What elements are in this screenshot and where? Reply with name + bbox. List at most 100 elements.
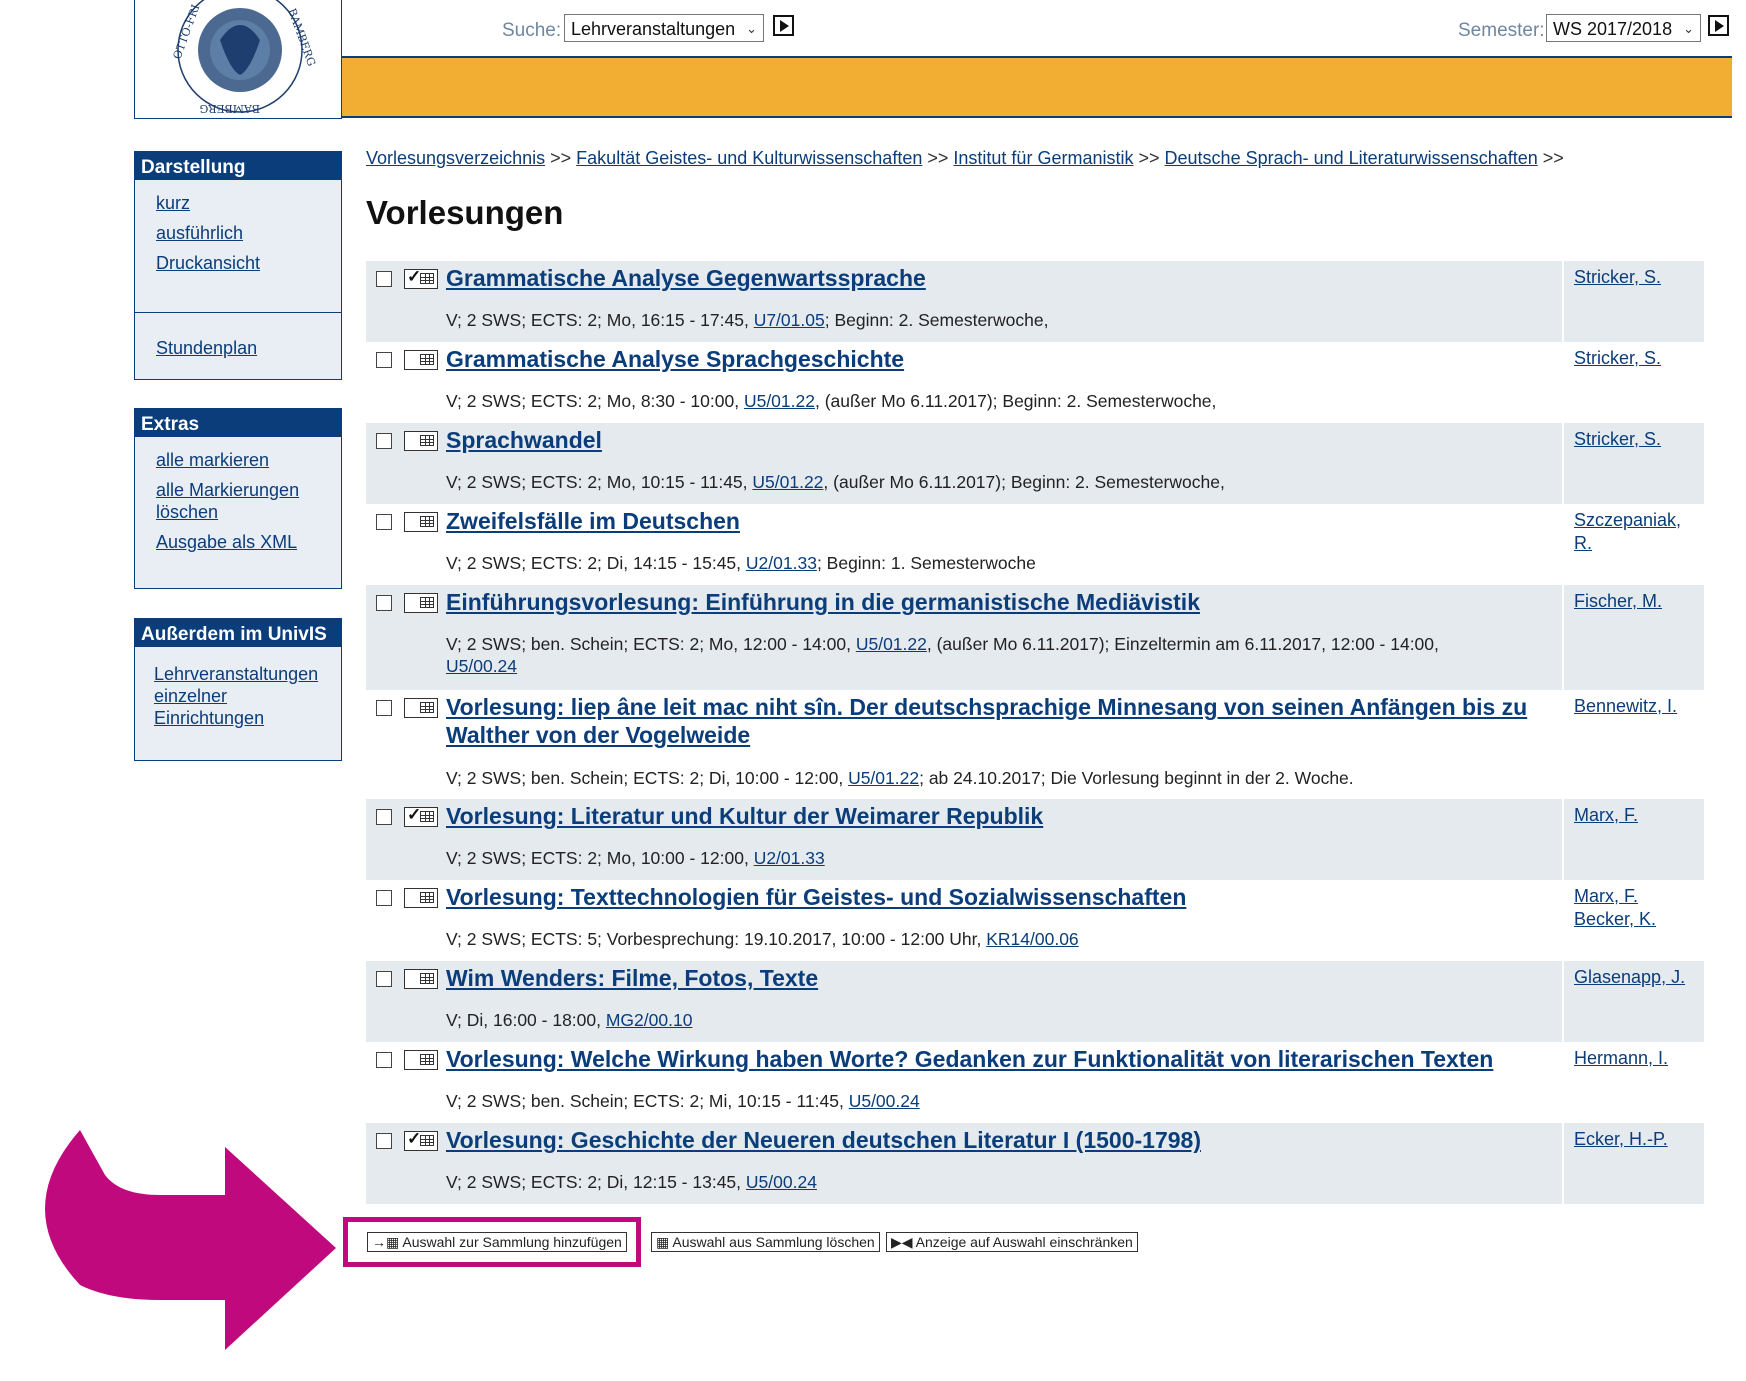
- room-link[interactable]: KR14/00.06: [986, 929, 1078, 949]
- sidebar-link-druckansicht[interactable]: Druckansicht: [156, 252, 341, 274]
- lecturer-link[interactable]: Stricker, S.: [1574, 347, 1661, 370]
- course-title-link[interactable]: Vorlesung: Welche Wirkung haben Worte? G…: [446, 1045, 1536, 1073]
- sidebar-link-stundenplan[interactable]: Stundenplan: [156, 337, 341, 359]
- course-title-link[interactable]: Wim Wenders: Filme, Fotos, Texte: [446, 964, 1536, 992]
- course-info-text: V; 2 SWS; ben. Schein; ECTS: 2; Mi, 10:1…: [446, 1091, 849, 1111]
- calendar-toggle-icon[interactable]: [404, 350, 438, 370]
- course-title-link[interactable]: Vorlesung: Geschichte der Neueren deutsc…: [446, 1126, 1536, 1154]
- room-link[interactable]: U5/01.22: [744, 391, 815, 411]
- column-divider: [1562, 1123, 1564, 1204]
- semester-go-button[interactable]: [1708, 15, 1729, 36]
- course-row: ✓ Vorlesung: Geschichte der Neueren deuts…: [366, 1123, 1704, 1204]
- lecturer-link[interactable]: Szczepaniak, R.: [1574, 509, 1704, 555]
- lecturer-list: Marx, F.: [1574, 804, 1638, 827]
- select-checkbox[interactable]: [376, 433, 392, 449]
- select-checkbox[interactable]: [376, 1133, 392, 1149]
- search-go-button[interactable]: [773, 15, 794, 36]
- sidebar-link-xml[interactable]: Ausgabe als XML: [156, 531, 341, 553]
- course-title-link[interactable]: Vorlesung: Texttechnologien für Geistes-…: [446, 883, 1536, 911]
- course-info-text: V; 2 SWS; ECTS: 2; Di, 12:15 - 13:45,: [446, 1172, 746, 1192]
- sidebar-extras-title: Extras: [135, 409, 341, 437]
- select-checkbox[interactable]: [376, 809, 392, 825]
- lecturer-list: Bennewitz, I.: [1574, 695, 1677, 718]
- course-title-link[interactable]: Zweifelsfälle im Deutschen: [446, 507, 1536, 535]
- room-link[interactable]: U5/00.24: [446, 656, 517, 676]
- room-link[interactable]: U7/01.05: [754, 310, 825, 330]
- calendar-toggle-icon[interactable]: [404, 1050, 438, 1070]
- table-icon: [420, 516, 434, 527]
- restrict-display-button[interactable]: ▶◀ Anzeige auf Auswahl einschränken: [886, 1232, 1138, 1252]
- course-row: Wim Wenders: Filme, Fotos, Texte V; Di, 1…: [366, 961, 1704, 1042]
- select-checkbox[interactable]: [376, 271, 392, 287]
- lecturer-link[interactable]: Ecker, H.-P.: [1574, 1128, 1668, 1151]
- select-checkbox[interactable]: [376, 700, 392, 716]
- room-link[interactable]: MG2/00.10: [606, 1010, 693, 1030]
- calendar-toggle-icon[interactable]: [404, 431, 438, 451]
- calendar-toggle-icon[interactable]: [404, 512, 438, 532]
- calendar-toggle-icon[interactable]: [404, 969, 438, 989]
- calendar-toggle-icon[interactable]: ✓: [404, 267, 438, 289]
- sidebar-link-markierungen-loeschen[interactable]: alle Markierungen löschen: [156, 479, 316, 523]
- course-info: V; 2 SWS; ECTS: 2; Di, 14:15 - 15:45, U2…: [446, 552, 1546, 574]
- course-title-link[interactable]: Vorlesung: Literatur und Kultur der Weim…: [446, 802, 1536, 830]
- lecturer-link[interactable]: Becker, K.: [1574, 908, 1656, 931]
- calendar-toggle-icon[interactable]: ✓: [404, 805, 438, 827]
- course-info: V; 2 SWS; ben. Schein; ECTS: 2; Di, 10:0…: [446, 767, 1546, 789]
- select-checkbox[interactable]: [376, 890, 392, 906]
- course-row: Vorlesung: Texttechnologien für Geistes-…: [366, 880, 1704, 961]
- room-link[interactable]: U5/01.22: [752, 472, 823, 492]
- checkmark-icon: ✓: [407, 1129, 422, 1148]
- course-info-text: ; Beginn: 1. Semesterwoche: [816, 553, 1036, 573]
- remove-from-collection-button[interactable]: ▦ Auswahl aus Sammlung löschen: [651, 1232, 880, 1252]
- room-link[interactable]: U5/01.22: [856, 634, 927, 654]
- breadcrumb-item[interactable]: Deutsche Sprach- und Literaturwissenscha…: [1165, 148, 1538, 168]
- breadcrumb-item[interactable]: Fakultät Geistes- und Kulturwissenschaft…: [576, 148, 922, 168]
- room-link[interactable]: U5/00.24: [746, 1172, 817, 1192]
- lecturer-link[interactable]: Hermann, I.: [1574, 1047, 1668, 1070]
- lecturer-link[interactable]: Marx, F.: [1574, 804, 1638, 827]
- course-info: V; 2 SWS; ben. Schein; ECTS: 2; Mo, 12:0…: [446, 633, 1546, 677]
- sidebar-link-alle-markieren[interactable]: alle markieren: [156, 449, 341, 471]
- lecturer-link[interactable]: Glasenapp, J.: [1574, 966, 1685, 989]
- room-link[interactable]: U2/01.33: [746, 553, 817, 573]
- lecturer-link[interactable]: Marx, F.: [1574, 885, 1656, 908]
- select-checkbox[interactable]: [376, 971, 392, 987]
- room-link[interactable]: U2/01.33: [754, 848, 825, 868]
- lecturer-link[interactable]: Stricker, S.: [1574, 266, 1661, 289]
- room-link[interactable]: U5/01.22: [848, 768, 919, 788]
- course-title-link[interactable]: Sprachwandel: [446, 426, 1536, 454]
- course-row: Vorlesung: liep âne leit mac niht sîn. D…: [366, 690, 1704, 799]
- select-checkbox[interactable]: [376, 352, 392, 368]
- sidebar-link-kurz[interactable]: kurz: [156, 192, 341, 214]
- select-checkbox[interactable]: [376, 514, 392, 530]
- breadcrumb-item[interactable]: Vorlesungsverzeichnis: [366, 148, 545, 168]
- annotation-arrow-icon: [45, 1130, 336, 1350]
- svg-text:BAMBERG: BAMBERG: [200, 102, 260, 115]
- lecturer-link[interactable]: Bennewitz, I.: [1574, 695, 1677, 718]
- sidebar-link-ausfuehrlich[interactable]: ausführlich: [156, 222, 341, 244]
- breadcrumb-item[interactable]: Institut für Germanistik: [953, 148, 1133, 168]
- course-info: V; 2 SWS; ECTS: 2; Mo, 10:15 - 11:45, U5…: [446, 471, 1546, 493]
- select-checkbox[interactable]: [376, 1052, 392, 1068]
- course-title-link[interactable]: Vorlesung: liep âne leit mac niht sîn. D…: [446, 693, 1536, 749]
- calendar-toggle-icon[interactable]: [404, 888, 438, 908]
- course-title-link[interactable]: Grammatische Analyse Gegenwartssprache: [446, 264, 1536, 292]
- semester-select[interactable]: WS 2017/2018 ⌄: [1546, 14, 1701, 42]
- room-link[interactable]: U5/00.24: [849, 1091, 920, 1111]
- sidebar-link-einrichtungen[interactable]: Lehrveranstaltungen einzelner Einrichtun…: [154, 663, 324, 729]
- lecturer-list: Ecker, H.-P.: [1574, 1128, 1668, 1151]
- course-title-link[interactable]: Grammatische Analyse Sprachgeschichte: [446, 345, 1536, 373]
- lecturer-link[interactable]: Stricker, S.: [1574, 428, 1661, 451]
- course-row: ✓ Grammatische Analyse Gegenwartssprache V…: [366, 261, 1704, 342]
- sidebar-extras: Extras alle markieren alle Markierungen …: [134, 408, 342, 589]
- calendar-toggle-icon[interactable]: [404, 698, 438, 718]
- page-title: Vorlesungen: [366, 194, 564, 231]
- lecturer-link[interactable]: Fischer, M.: [1574, 590, 1662, 613]
- breadcrumb: Vorlesungsverzeichnis >> Fakultät Geiste…: [366, 148, 1564, 169]
- select-checkbox[interactable]: [376, 595, 392, 611]
- search-select[interactable]: Lehrveranstaltungen ⌄: [564, 14, 764, 42]
- course-info-text: V; 2 SWS; ECTS: 5; Vorbesprechung: 19.10…: [446, 929, 987, 949]
- calendar-toggle-icon[interactable]: [404, 593, 438, 613]
- calendar-toggle-icon[interactable]: ✓: [404, 1129, 438, 1151]
- course-title-link[interactable]: Einführungsvorlesung: Einführung in die …: [446, 588, 1536, 616]
